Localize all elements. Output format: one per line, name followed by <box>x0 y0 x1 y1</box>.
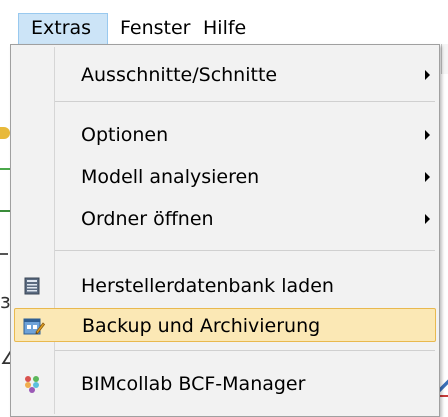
menu-item-label: Ausschnitte/Schnitte <box>81 64 278 86</box>
backup-archive-icon <box>23 316 46 336</box>
menu-separator <box>55 101 435 102</box>
menu-item-label: Herstellerdatenbank laden <box>81 275 334 297</box>
menu-bar: Extras Fenster Hilfe <box>0 0 448 44</box>
background-window-fragment <box>0 127 10 139</box>
submenu-arrow-icon <box>425 130 430 140</box>
menu-item-modell-analysieren[interactable]: Modell analysieren <box>14 160 436 194</box>
menu-item-label: BIMcollab BCF-Manager <box>81 373 306 395</box>
database-list-icon <box>22 276 42 296</box>
menu-item-backup-und-archivierung[interactable]: Backup und Archivierung <box>14 308 436 342</box>
submenu-arrow-icon <box>425 172 430 182</box>
bimcollab-icon <box>22 374 42 394</box>
submenu-arrow-icon <box>425 214 430 224</box>
menu-item-label: Optionen <box>81 124 169 146</box>
menubar-item-hilfe[interactable]: Hilfe <box>203 13 246 44</box>
menu-item-herstellerdatenbank-laden[interactable]: Herstellerdatenbank laden <box>14 269 436 303</box>
menubar-item-extras[interactable]: Extras <box>18 13 108 44</box>
background-window-fragment <box>440 395 448 397</box>
background-window-fragment: ∠ <box>0 348 17 369</box>
menubar-item-fenster[interactable]: Fenster <box>120 13 190 44</box>
menu-item-label: Ordner öffnen <box>81 208 214 230</box>
menu-item-label: Backup und Archivierung <box>82 315 321 337</box>
menu-item-ordner-oeffnen[interactable]: Ordner öffnen <box>14 202 436 236</box>
submenu-arrow-icon <box>425 70 430 80</box>
background-window-fragment <box>441 44 448 74</box>
menu-item-optionen[interactable]: Optionen <box>14 118 436 152</box>
background-window-fragment: ɜ <box>0 289 11 313</box>
menu-separator <box>55 250 435 251</box>
extras-dropdown-menu: Ausschnitte/Schnitte Optionen Modell ana… <box>10 44 440 417</box>
menu-item-label: Modell analysieren <box>81 166 260 188</box>
menu-item-ausschnitte-schnitte[interactable]: Ausschnitte/Schnitte <box>14 58 436 92</box>
background-window-fragment <box>0 253 8 255</box>
background-window-fragment <box>0 210 10 212</box>
background-window-fragment <box>0 168 10 170</box>
menu-item-bimcollab-bcf-manager[interactable]: BIMcollab BCF-Manager <box>14 367 436 401</box>
menu-separator <box>55 350 435 351</box>
